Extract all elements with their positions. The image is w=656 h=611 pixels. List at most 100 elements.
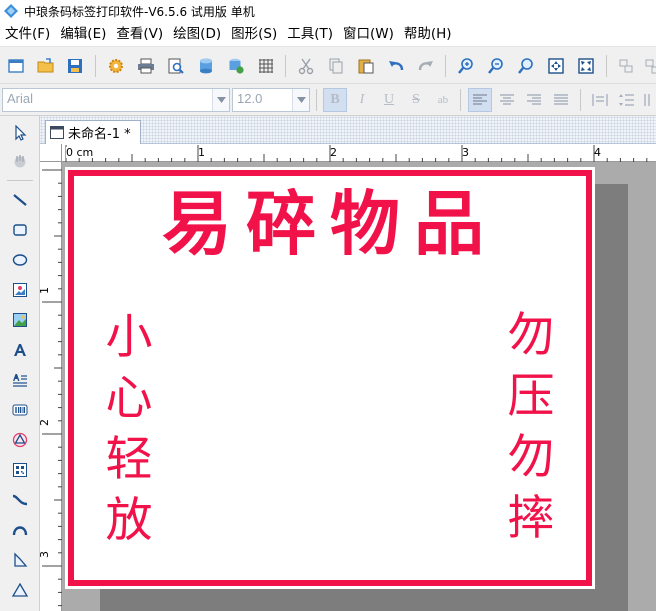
- toolbar-separator: [445, 55, 446, 77]
- zoom-out-button[interactable]: [484, 54, 508, 78]
- font-size-dropdown[interactable]: [292, 89, 309, 111]
- cut-button[interactable]: [294, 54, 318, 78]
- ruler-h-tick-label: 2: [330, 146, 337, 159]
- toolbar-separator: [95, 55, 96, 77]
- line-spacing-button[interactable]: [615, 88, 639, 112]
- paste-button[interactable]: [354, 54, 378, 78]
- more-format-button[interactable]: [641, 88, 656, 112]
- horizontal-ruler[interactable]: 0 cm 1 2 3 4: [62, 144, 656, 162]
- database-button[interactable]: [194, 54, 218, 78]
- font-family-dropdown[interactable]: [212, 89, 229, 111]
- open-folder-icon: [37, 58, 54, 73]
- picture-tool[interactable]: [8, 308, 32, 332]
- qrcode-icon: [13, 463, 27, 477]
- label-right-char: 勿: [507, 430, 555, 485]
- vertical-ruler[interactable]: 1 2 3: [38, 162, 62, 611]
- qrcode-tool[interactable]: [8, 458, 32, 482]
- shape-tool[interactable]: [8, 428, 32, 452]
- ruler-v-tick-label: 1: [38, 287, 51, 294]
- zoom-page-button[interactable]: [544, 54, 568, 78]
- new-doc-icon: [8, 59, 24, 73]
- zoom-in-button[interactable]: [454, 54, 478, 78]
- label-left-text[interactable]: 小 心 轻 放: [99, 307, 159, 551]
- italic-button[interactable]: I: [350, 88, 374, 112]
- strikethrough-button[interactable]: S: [404, 88, 428, 112]
- label-paper[interactable]: 易碎物品 小 心 轻 放 勿 压 勿 摔: [65, 167, 595, 589]
- grid-icon: [259, 59, 273, 73]
- image-tool[interactable]: [8, 278, 32, 302]
- select-tool[interactable]: [8, 121, 32, 145]
- settings-button[interactable]: [104, 54, 128, 78]
- ungroup-button[interactable]: [640, 54, 656, 78]
- menu-draw[interactable]: 绘图(D): [168, 22, 226, 46]
- menu-shape[interactable]: 图形(S): [226, 22, 282, 46]
- new-doc-button[interactable]: [4, 54, 28, 78]
- line-tool[interactable]: [8, 188, 32, 212]
- open-button[interactable]: [34, 54, 58, 78]
- underline-button[interactable]: U: [377, 88, 401, 112]
- ellipse-tool[interactable]: [8, 248, 32, 272]
- align-justify-button[interactable]: [549, 88, 573, 112]
- align-right-button[interactable]: [522, 88, 546, 112]
- special-format-button[interactable]: ab: [431, 88, 455, 112]
- triangle-tool[interactable]: [8, 578, 32, 602]
- align-center-button[interactable]: [495, 88, 519, 112]
- text-tool[interactable]: [8, 338, 32, 362]
- save-icon: [68, 59, 82, 73]
- app-logo-icon: [4, 4, 18, 18]
- label-right-text[interactable]: 勿 压 勿 摔: [501, 305, 561, 549]
- horizontal-ruler-ticks: [65, 145, 648, 162]
- char-spacing-button[interactable]: [588, 88, 612, 112]
- menu-view[interactable]: 查看(V): [111, 22, 168, 46]
- arc-tool[interactable]: [8, 518, 32, 542]
- copy-icon: [329, 58, 343, 74]
- zoom-out-icon: [488, 58, 503, 74]
- document-tab[interactable]: 未命名-1 *: [45, 120, 141, 144]
- polyline-tool[interactable]: [8, 548, 32, 572]
- database-settings-button[interactable]: [224, 54, 248, 78]
- copy-button[interactable]: [324, 54, 348, 78]
- label-left-char: 心: [105, 371, 153, 426]
- undo-button[interactable]: [384, 54, 408, 78]
- grid-button[interactable]: [254, 54, 278, 78]
- menu-window[interactable]: 窗口(W): [338, 22, 399, 46]
- label-title-text[interactable]: 易碎物品: [65, 189, 595, 259]
- title-bar: 中琅条码标签打印软件-V6.5.6 试用版 单机: [0, 0, 656, 22]
- zoom-actual-button[interactable]: [574, 54, 598, 78]
- curve-tool[interactable]: [8, 488, 32, 512]
- toolbar-separator: [460, 89, 461, 111]
- char-spacing-icon: [592, 94, 608, 106]
- group-button[interactable]: [614, 54, 638, 78]
- rich-text-tool[interactable]: [8, 368, 32, 392]
- curve-icon: [12, 494, 28, 506]
- barcode-icon: [12, 404, 28, 416]
- document-icon: [50, 126, 64, 139]
- design-canvas[interactable]: 易碎物品 小 心 轻 放 勿 压 勿 摔: [62, 162, 656, 611]
- ruler-h-tick-label: 3: [462, 146, 469, 159]
- menu-file[interactable]: 文件(F): [0, 22, 55, 46]
- menu-edit[interactable]: 编辑(E): [55, 22, 111, 46]
- font-size-select[interactable]: 12.0: [232, 88, 310, 112]
- align-left-button[interactable]: [468, 88, 492, 112]
- font-family-select[interactable]: Arial: [2, 88, 230, 112]
- zoom-actual-icon: [578, 58, 594, 74]
- ruler-v-tick-label: 3: [38, 551, 51, 558]
- menu-help[interactable]: 帮助(H): [399, 22, 457, 46]
- tool-separator: [7, 180, 33, 181]
- print-preview-button[interactable]: [164, 54, 188, 78]
- pan-tool[interactable]: [8, 149, 32, 173]
- ruler-h-tick-label: 4: [594, 146, 601, 159]
- barcode-tool[interactable]: [8, 398, 32, 422]
- label-right-char: 压: [507, 369, 555, 424]
- ruler-v-tick-label: 2: [38, 419, 51, 426]
- zoom-fit-button[interactable]: [514, 54, 538, 78]
- settings-gear-icon: [109, 59, 123, 73]
- bold-button[interactable]: B: [323, 88, 347, 112]
- menu-tools[interactable]: 工具(T): [282, 22, 338, 46]
- redo-button[interactable]: [414, 54, 438, 78]
- shape-icon: [12, 432, 28, 448]
- print-button[interactable]: [134, 54, 158, 78]
- save-button[interactable]: [63, 54, 87, 78]
- toolbar-separator: [316, 89, 317, 111]
- rectangle-tool[interactable]: [8, 218, 32, 242]
